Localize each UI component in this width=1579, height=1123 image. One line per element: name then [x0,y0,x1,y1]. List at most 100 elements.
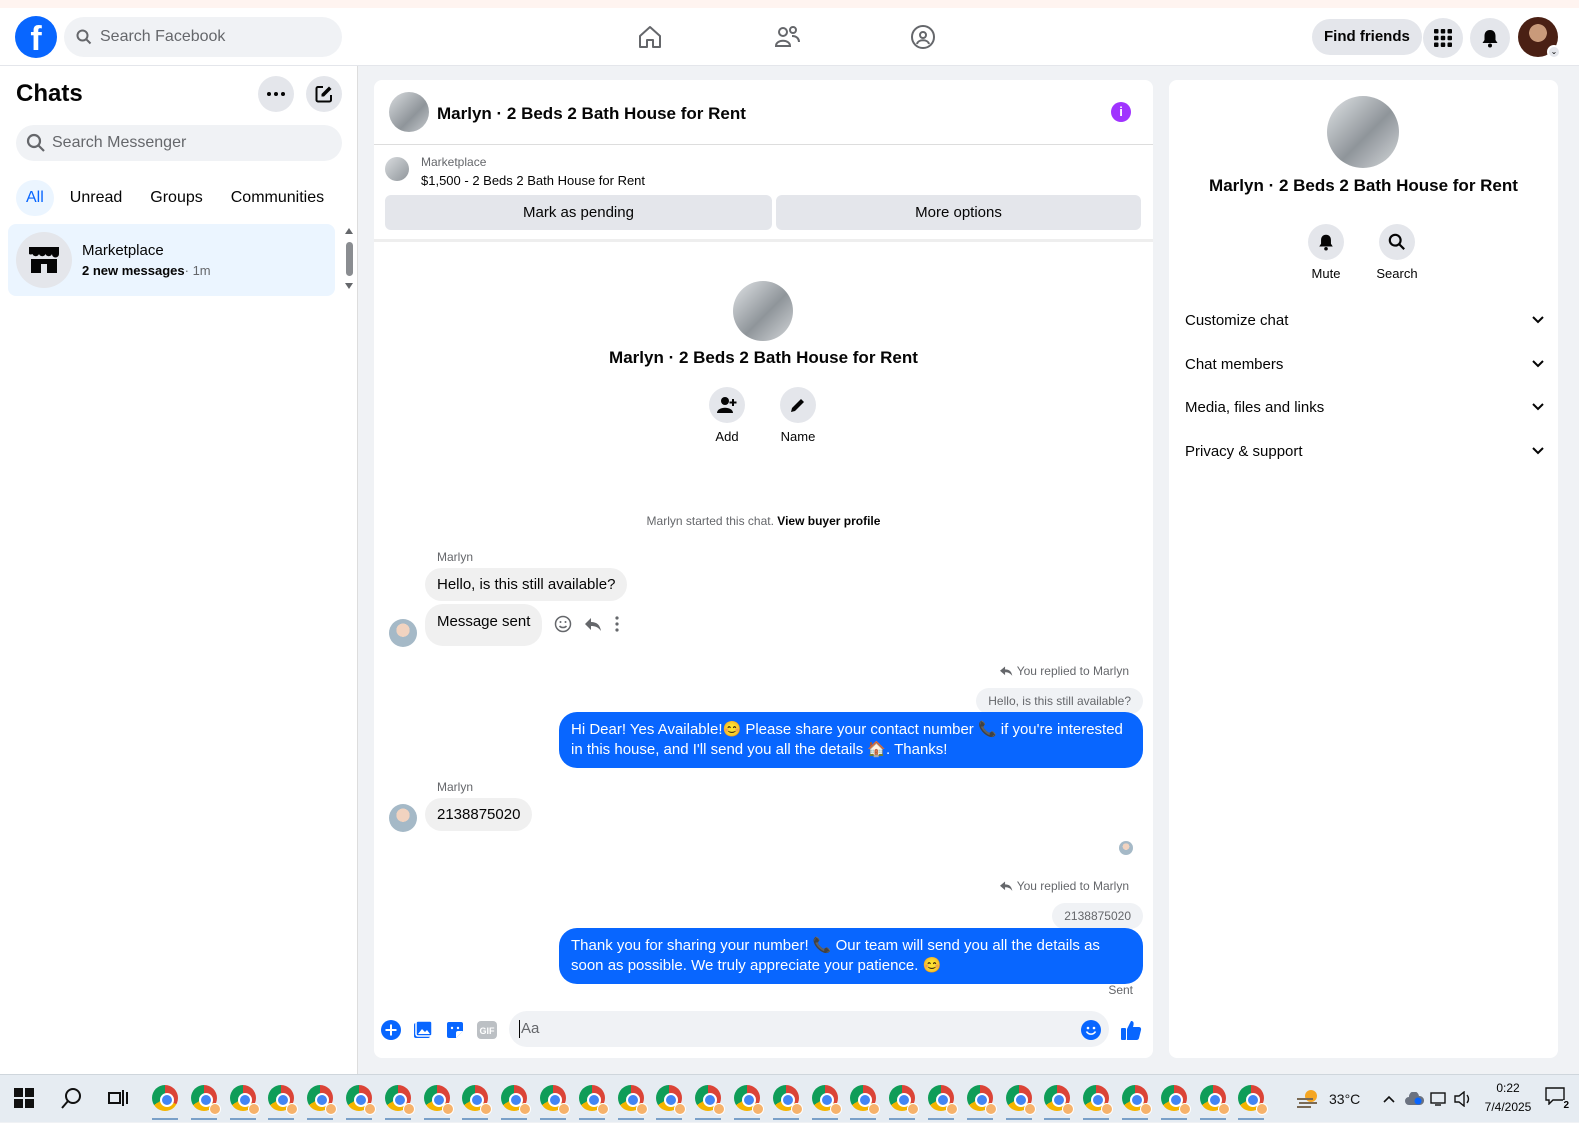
photo-icon[interactable] [412,1019,434,1041]
view-buyer-profile-link[interactable]: View buyer profile [777,514,880,528]
reply-icon[interactable] [584,615,602,633]
chrome-taskbar-icon[interactable] [928,1085,958,1120]
sender-name: Marlyn [437,780,474,794]
customize-chat-section[interactable]: Customize chat [1185,300,1545,340]
chrome-taskbar-icon[interactable] [1083,1085,1113,1120]
chrome-taskbar-icon[interactable] [191,1085,221,1120]
incoming-message[interactable]: 2138875020 [425,798,533,831]
chrome-taskbar-icon[interactable] [1200,1085,1230,1120]
incoming-message[interactable]: Hello, is this still available? [425,568,628,601]
add-person-button[interactable]: Add [697,387,757,444]
network-icon[interactable] [1430,1091,1448,1107]
chrome-taskbar-icon[interactable] [1161,1085,1191,1120]
new-message-icon[interactable] [306,76,342,112]
mute-button[interactable]: Mute [1296,224,1356,281]
chat-list-item-marketplace[interactable]: Marketplace 2 new messages· 1m [8,224,335,296]
facebook-logo-icon[interactable]: f [15,16,57,58]
menu-grid-icon[interactable] [1423,18,1463,58]
chrome-taskbar-icon[interactable] [385,1085,415,1120]
chrome-taskbar-icon[interactable] [1238,1085,1268,1120]
chrome-taskbar-icon[interactable] [734,1085,764,1120]
media-files-links-section[interactable]: Media, files and links [1185,387,1545,427]
listing-thumbnail[interactable] [385,157,409,181]
clock[interactable]: 0:22 7/4/2025 [1478,1079,1538,1117]
info-icon[interactable]: i [1111,102,1131,122]
gif-icon[interactable]: GIF [476,1019,498,1041]
filter-unread[interactable]: Unread [58,180,134,216]
chrome-taskbar-icon[interactable] [268,1085,298,1120]
details-avatar[interactable] [1327,96,1399,168]
friends-icon[interactable] [771,21,803,53]
chrome-taskbar-icon[interactable] [230,1085,260,1120]
chrome-taskbar-icon[interactable] [1006,1085,1036,1120]
chevron-up-icon[interactable] [1382,1094,1396,1104]
chrome-taskbar-icon[interactable] [618,1085,648,1120]
plus-circle-icon[interactable] [380,1019,402,1041]
filter-groups[interactable]: Groups [138,180,214,216]
search-facebook-input[interactable]: Search Facebook [64,17,342,57]
quoted-message[interactable]: 2138875020 [1052,903,1143,929]
profile-badge-icon [1062,1103,1074,1115]
more-vertical-icon[interactable] [614,616,620,632]
windows-start-icon[interactable] [14,1088,34,1113]
filter-communities[interactable]: Communities [219,180,336,216]
conversation-avatar[interactable] [389,92,429,132]
profile-badge-icon [442,1103,454,1115]
outgoing-message[interactable]: Hi Dear! Yes Available!😊 Please share yo… [559,712,1143,768]
like-thumbs-up-icon[interactable] [1120,1019,1142,1041]
outgoing-message[interactable]: Thank you for sharing your number! 📞 Our… [559,928,1143,984]
chrome-taskbar-icon[interactable] [424,1085,454,1120]
chrome-taskbar-icon[interactable] [1044,1085,1074,1120]
chrome-taskbar-icon[interactable] [773,1085,803,1120]
search-in-conversation-button[interactable]: Search [1367,224,1427,281]
search-messenger-input[interactable]: Search Messenger [16,125,342,161]
volume-icon[interactable] [1454,1091,1472,1107]
react-emoji-icon[interactable] [554,615,572,633]
chrome-taskbar-icon[interactable] [850,1085,880,1120]
chrome-taskbar-icon[interactable] [501,1085,531,1120]
chrome-taskbar-icon[interactable] [1122,1085,1152,1120]
scrollbar-thumb[interactable] [346,242,353,276]
scroll-up-arrow-icon[interactable] [345,228,353,234]
taskbar-search-icon[interactable] [60,1086,84,1115]
scroll-down-arrow-icon[interactable] [345,283,353,289]
message-sent-bubble[interactable]: Message sent [425,604,543,646]
account-avatar[interactable]: ⌄ [1518,17,1561,59]
chrome-taskbar-icon[interactable] [307,1085,337,1120]
chat-list-scrollbar[interactable] [344,228,354,289]
notification-center-icon[interactable]: 2 [1545,1087,1569,1111]
chrome-taskbar-icon[interactable] [889,1085,919,1120]
chat-time: · 1m [184,263,211,278]
more-options-button[interactable]: More options [776,195,1141,230]
filter-all[interactable]: All [16,180,54,216]
quoted-message[interactable]: Hello, is this still available? [976,688,1143,714]
find-friends-button[interactable]: Find friends [1312,19,1422,55]
more-options-icon[interactable] [258,76,294,112]
chrome-taskbar-icon[interactable] [152,1085,178,1120]
chrome-taskbar-icon[interactable] [812,1085,842,1120]
onedrive-cloud-icon[interactable] [1404,1092,1424,1106]
groups-icon[interactable] [907,21,939,53]
privacy-support-section[interactable]: Privacy & support [1185,431,1545,471]
chrome-taskbar-icon[interactable] [346,1085,376,1120]
task-view-icon[interactable] [108,1087,128,1114]
chrome-taskbar-icon[interactable] [656,1085,686,1120]
notifications-bell-icon[interactable] [1470,18,1510,58]
edit-name-button[interactable]: Name [768,387,828,444]
chrome-taskbar-icon[interactable] [967,1085,997,1120]
emoji-icon[interactable] [1080,1019,1102,1041]
chrome-taskbar-icon[interactable] [579,1085,609,1120]
mark-as-pending-button[interactable]: Mark as pending [385,195,772,230]
weather-widget[interactable]: 33°C [1295,1075,1360,1123]
listing-title[interactable]: $1,500 - 2 Beds 2 Bath House for Rent [421,173,645,188]
sticker-icon[interactable] [444,1019,466,1041]
chrome-taskbar-icon[interactable] [695,1085,725,1120]
chat-members-section[interactable]: Chat members [1185,344,1545,384]
conversation-title[interactable]: Marlyn · 2 Beds 2 Bath House for Rent [437,104,746,124]
chrome-taskbar-icon[interactable] [462,1085,492,1120]
home-icon[interactable] [634,21,666,53]
running-indicator [812,1118,838,1120]
profile-badge-icon [752,1103,764,1115]
message-input[interactable]: Aa [509,1011,1109,1047]
chrome-taskbar-icon[interactable] [540,1085,570,1120]
